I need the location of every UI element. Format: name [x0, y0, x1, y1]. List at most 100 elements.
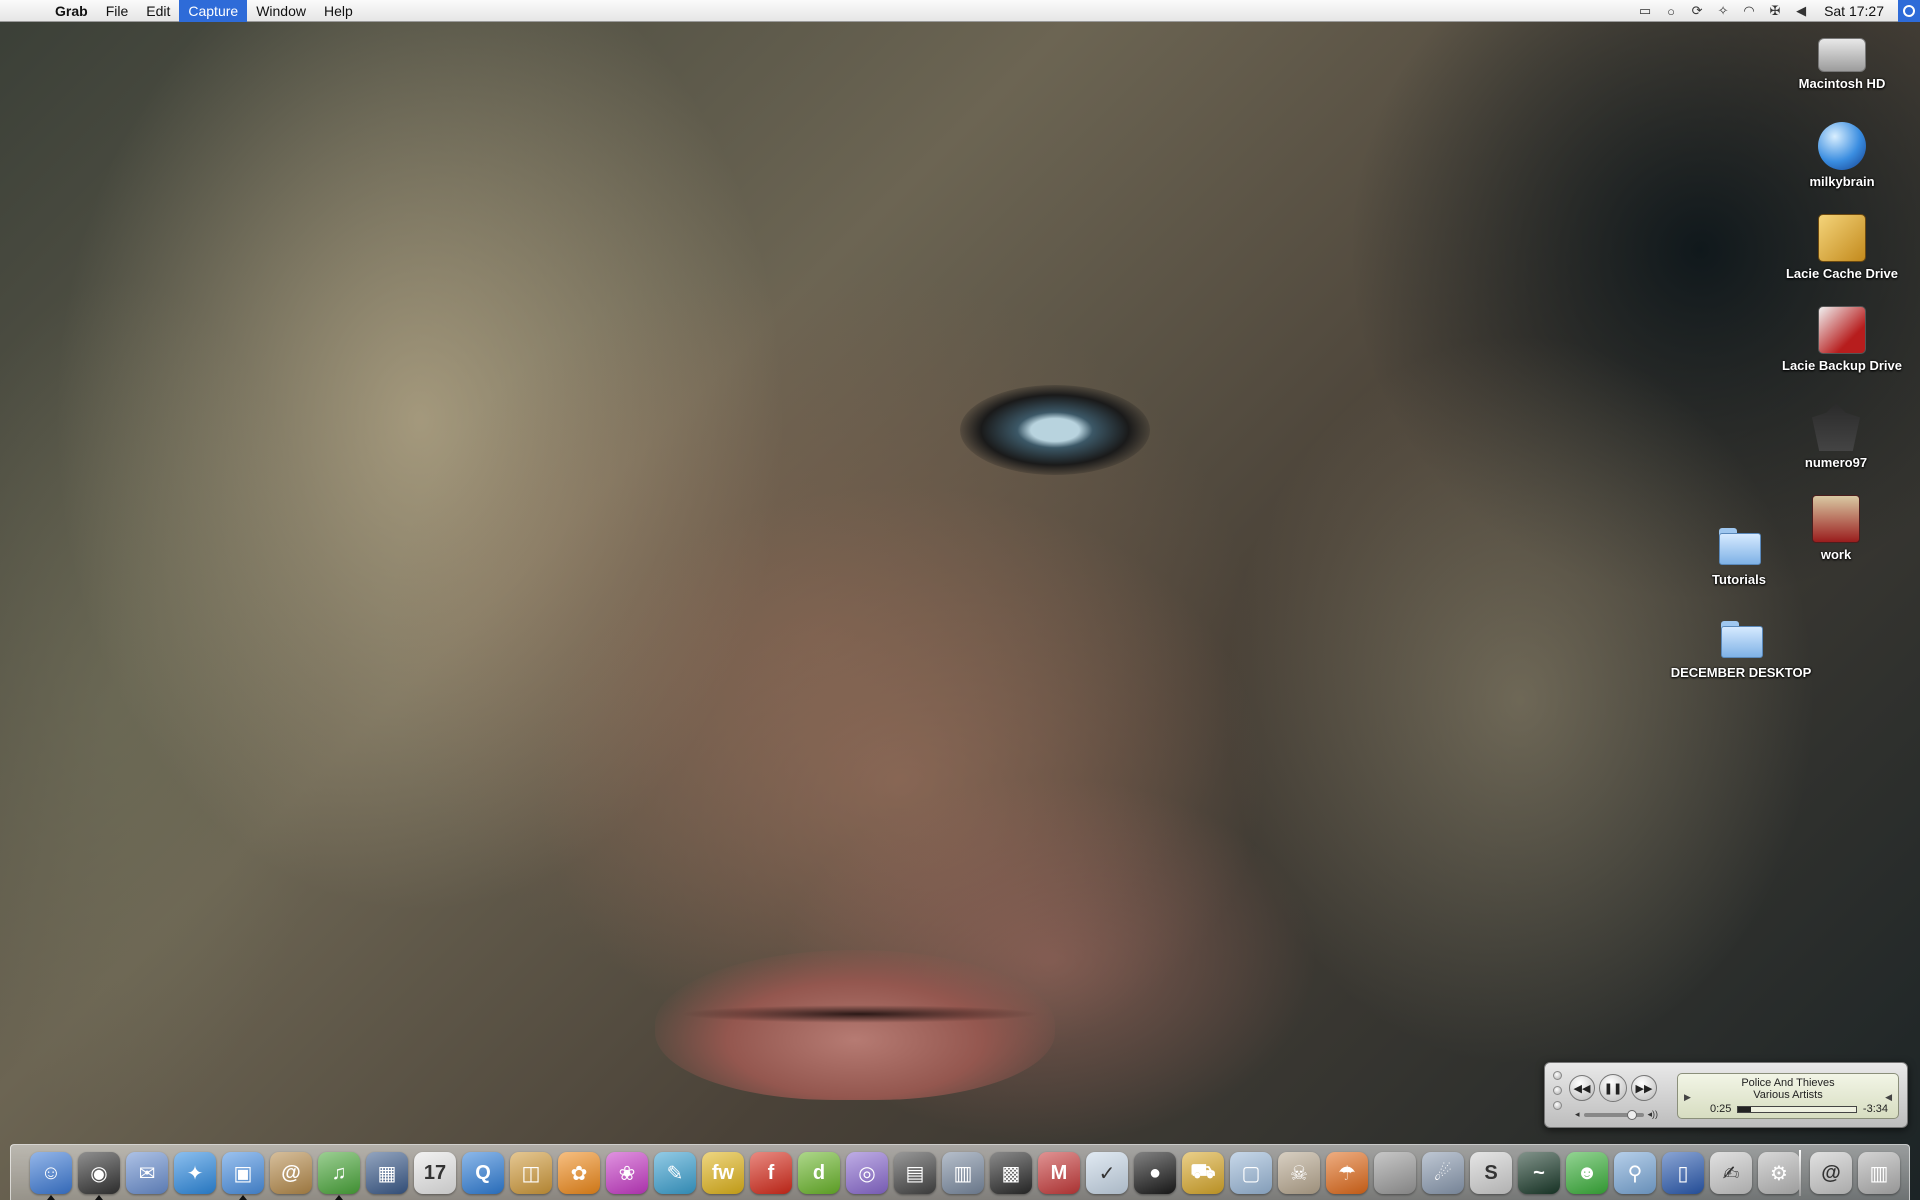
mac-the-ripper-icon: M — [1038, 1152, 1080, 1194]
display-icon[interactable]: ▭ — [1634, 0, 1656, 22]
pause-button[interactable]: ❚❚ — [1599, 1074, 1627, 1102]
dock-item-preview[interactable]: ◫ — [507, 1145, 555, 1200]
minimize-button[interactable] — [1553, 1086, 1562, 1095]
dock-item-final-cut[interactable]: ▤ — [891, 1145, 939, 1200]
dock-item-umbrella-app[interactable]: ☂ — [1323, 1145, 1371, 1200]
close-button[interactable] — [1553, 1071, 1562, 1080]
desktop-icon-tutorials[interactable]: Tutorials — [1664, 520, 1814, 587]
next-track-button[interactable]: ▶▶ — [1631, 1075, 1657, 1101]
bluetooth-icon[interactable]: ✧ — [1712, 0, 1734, 22]
apple-menu-icon[interactable] — [0, 0, 46, 22]
volume-low-icon: ◂ — [1575, 1109, 1580, 1119]
menu-bar: Grab File Edit Capture Window Help ▭ ○ ⟳… — [0, 0, 1920, 22]
dock-item-alien-app[interactable]: ☻ — [1563, 1145, 1611, 1200]
dashboard-icon: ◉ — [78, 1152, 120, 1194]
itunes-mini-player[interactable]: ◀◀ ❚❚ ▶▶ ◂ ◂)) ▶ ◀ Police And Thieves Va… — [1544, 1062, 1908, 1128]
dock-item-books-app[interactable]: ▯ — [1659, 1145, 1707, 1200]
running-indicator — [239, 1195, 247, 1200]
menu-file[interactable]: File — [97, 0, 138, 22]
dock-item-iphoto[interactable]: ▦ — [363, 1145, 411, 1200]
desktop-icon-numero97[interactable]: numero97 — [1761, 403, 1911, 470]
address-book-icon: @ — [270, 1152, 312, 1194]
network-globe-icon — [1818, 122, 1866, 170]
dock-item-printer-app[interactable]: ▥ — [939, 1145, 987, 1200]
desktop-icon-december-desktop[interactable]: DECEMBER DESKTOP — [1666, 613, 1816, 680]
desktop-icon-label: Lacie Cache Drive — [1785, 266, 1898, 281]
desktop-icon-milkybrain[interactable]: milkybrain — [1767, 122, 1917, 189]
dock-item-script-editor[interactable]: ✓ — [1083, 1145, 1131, 1200]
dock-item-paper-app[interactable]: ✍ — [1707, 1145, 1755, 1200]
umbrella-app-icon: ☂ — [1326, 1152, 1368, 1194]
dock-item-package-app[interactable]: ▢ — [1227, 1145, 1275, 1200]
desktop-icon-lacie-backup-drive[interactable]: Lacie Backup Drive — [1767, 306, 1917, 373]
previous-track-button[interactable]: ◀◀ — [1569, 1075, 1595, 1101]
flash-icon: f — [750, 1152, 792, 1194]
dock-item-finder[interactable]: ☺ — [27, 1145, 75, 1200]
dock-item-ichat[interactable]: ▣ — [219, 1145, 267, 1200]
dock-item-camera-app[interactable]: ● — [1131, 1145, 1179, 1200]
lcd-right-arrow-icon[interactable]: ◀ — [1885, 1092, 1892, 1103]
dock-item-finder-search[interactable]: ⚲ — [1611, 1145, 1659, 1200]
dock-item-motion-app[interactable]: ▩ — [987, 1145, 1035, 1200]
flag-uk-icon[interactable]: ✠ — [1764, 0, 1786, 22]
dock-item-flower-app[interactable]: ✿ — [555, 1145, 603, 1200]
dock-item-fireworks[interactable]: fw — [699, 1145, 747, 1200]
dashboard-skate-icon: ☄ — [1422, 1152, 1464, 1194]
menu-clock[interactable]: Sat 17:27 — [1816, 3, 1894, 19]
dock-item-system-preferences[interactable] — [1371, 1145, 1419, 1200]
spotlight-icon[interactable] — [1898, 0, 1920, 22]
dock-item-quicktime[interactable]: Q — [459, 1145, 507, 1200]
zoom-button[interactable] — [1553, 1101, 1562, 1110]
dock-item-mac-the-ripper[interactable]: M — [1035, 1145, 1083, 1200]
dock-item-mail-folder[interactable]: @ — [1807, 1145, 1855, 1200]
volume-icon[interactable]: ◀ — [1790, 0, 1812, 22]
dock-item-flash[interactable]: f — [747, 1145, 795, 1200]
dock-item-address-book[interactable]: @ — [267, 1145, 315, 1200]
progress-bar[interactable] — [1737, 1105, 1857, 1113]
wifi-icon[interactable]: ◠ — [1738, 0, 1760, 22]
preview-icon: ◫ — [510, 1152, 552, 1194]
package-app-icon: ▢ — [1230, 1152, 1272, 1194]
menu-capture[interactable]: Capture — [179, 0, 248, 22]
books-app-icon: ▯ — [1662, 1152, 1704, 1194]
rewind-icon: ◀◀ — [1573, 1082, 1591, 1095]
motion-app-icon: ▩ — [990, 1152, 1032, 1194]
desktop-icon-label: milkybrain — [1809, 174, 1875, 189]
dock-right-section: @ ▥ — [1793, 1145, 1903, 1200]
running-indicator — [47, 1195, 55, 1200]
dock-item-ical[interactable]: 17 — [411, 1145, 459, 1200]
dock-item-safari[interactable]: ✦ — [171, 1145, 219, 1200]
dock-item-mail-stamp[interactable]: ✉ — [123, 1145, 171, 1200]
dock-item-dashboard[interactable]: ◉ — [75, 1145, 123, 1200]
menu-window[interactable]: Window — [247, 0, 315, 22]
dock-item-flower-app-2[interactable]: ❀ — [603, 1145, 651, 1200]
now-playing-display[interactable]: ▶ ◀ Police And Thieves Various Artists 0… — [1677, 1073, 1899, 1119]
chat-icon[interactable]: ○ — [1660, 0, 1682, 22]
flower-app-icon: ✿ — [558, 1152, 600, 1194]
lcd-left-arrow-icon[interactable]: ▶ — [1684, 1092, 1691, 1103]
dock-item-skull-app[interactable]: ☠ — [1275, 1145, 1323, 1200]
menu-app-name[interactable]: Grab — [46, 0, 97, 22]
dock-item-itunes[interactable]: ♫ — [315, 1145, 363, 1200]
menu-edit[interactable]: Edit — [137, 0, 179, 22]
dock-item-feather-app[interactable]: ✎ — [651, 1145, 699, 1200]
dock-item-transmit[interactable]: ⛟ — [1179, 1145, 1227, 1200]
dock-item-s2p-app[interactable]: S — [1467, 1145, 1515, 1200]
time-row: 0:25 -3:34 — [1678, 1103, 1898, 1115]
remaining-time: -3:34 — [1862, 1103, 1888, 1115]
dock-item-activity-monitor[interactable]: ~ — [1515, 1145, 1563, 1200]
dock-item-dvd-player[interactable]: ◎ — [843, 1145, 891, 1200]
skull-app-icon: ☠ — [1278, 1152, 1320, 1194]
volume-slider-knob[interactable] — [1626, 1109, 1637, 1120]
dock-item-trash[interactable]: ▥ — [1855, 1145, 1903, 1200]
sync-icon[interactable]: ⟳ — [1686, 0, 1708, 22]
volume-slider[interactable] — [1583, 1109, 1644, 1120]
dock-item-dreamweaver[interactable]: d — [795, 1145, 843, 1200]
menu-help[interactable]: Help — [315, 0, 362, 22]
hard-drive-icon — [1818, 38, 1866, 72]
mail-folder-icon: @ — [1810, 1152, 1852, 1194]
dock-item-dashboard-skate[interactable]: ☄ — [1419, 1145, 1467, 1200]
desktop-icon-lacie-cache-drive[interactable]: Lacie Cache Drive — [1767, 214, 1917, 281]
desktop-icon-macintosh-hd[interactable]: Macintosh HD — [1767, 30, 1917, 91]
flower-app-2-icon: ❀ — [606, 1152, 648, 1194]
